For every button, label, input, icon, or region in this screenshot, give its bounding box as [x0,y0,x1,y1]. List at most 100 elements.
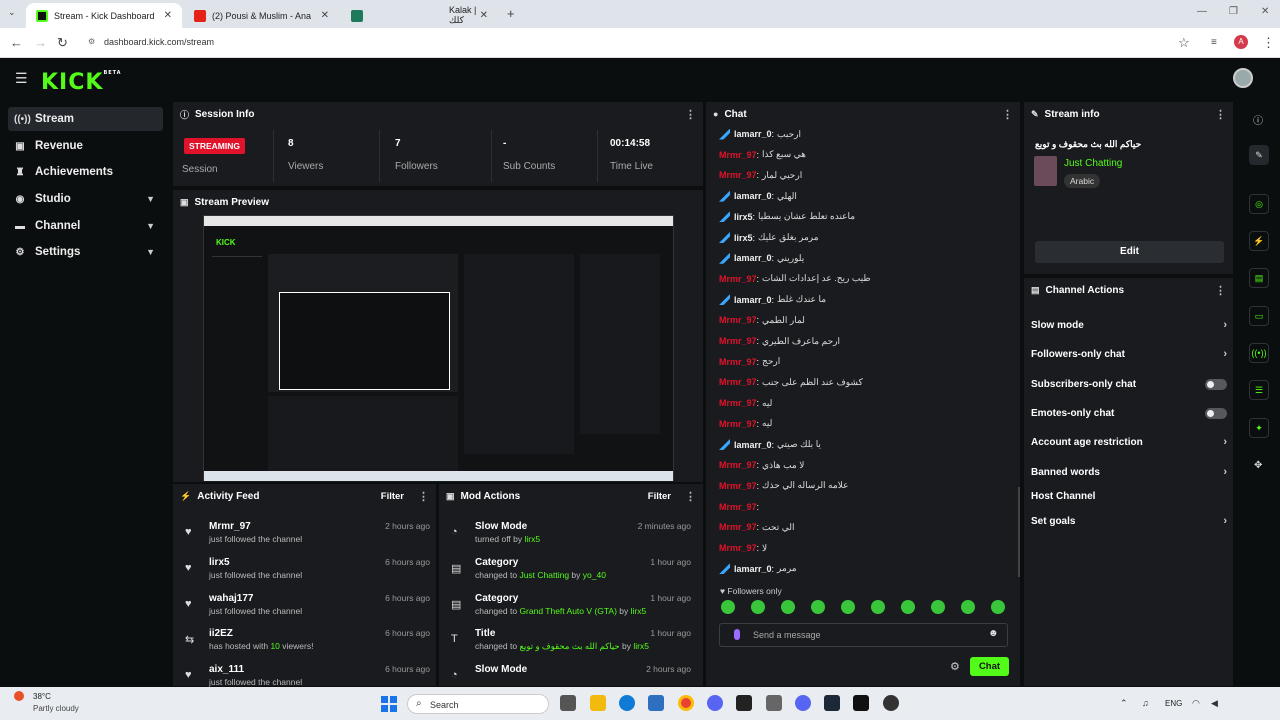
chat-username[interactable]: lamarr_0 [734,253,772,263]
chat-username[interactable]: Mrmr_97 [719,170,757,180]
browser-tab-kalak[interactable]: Kalak | كلك ✕ [341,3,498,28]
emoji-icon[interactable]: ☻ [988,628,999,639]
sidebar-item-revenue[interactable]: ▣ Revenue [8,134,163,158]
list-icon[interactable]: ☰ [1249,380,1269,400]
chat-username[interactable]: Mrmr_97 [719,398,757,408]
chat-username[interactable]: Mrmr_97 [719,315,757,325]
reading-list-icon[interactable]: ≡ [1211,37,1217,48]
banned-words-action[interactable]: Banned words › [1031,463,1227,481]
app-alt-icon[interactable] [883,695,899,711]
browser-tab-youtube[interactable]: (2) Pousi & Muslim - Ana Bi... ✕ [184,3,339,28]
microphone-icon[interactable] [734,629,740,640]
chat-username[interactable]: Mrmr_97 [719,336,757,346]
chat-username[interactable]: lamarr_0 [734,191,772,201]
emote-icon[interactable] [961,600,975,614]
minimize-icon[interactable]: — [1197,6,1207,17]
url-field[interactable]: ⚙ dashboard.kick.com/stream [84,32,1184,54]
chat-username[interactable]: lamarr_0 [734,295,772,305]
account-age-action[interactable]: Account age restriction › [1031,433,1227,451]
close-window-icon[interactable]: ✕ [1261,6,1269,17]
more-options-icon[interactable]: ⋮ [685,108,696,121]
edge-icon[interactable] [619,695,635,711]
discord-alt-icon[interactable] [795,695,811,711]
filter-button[interactable]: Filter [648,491,671,502]
browser-tab-kick-dashboard[interactable]: Stream - Kick Dashboard ✕ [26,3,182,28]
chat-username[interactable]: Mrmr_97 [719,357,757,367]
emote-icon[interactable] [721,600,735,614]
sidebar-item-channel[interactable]: ▬ Channel ▼ [8,214,163,238]
chat-username[interactable]: lamarr_0 [734,440,772,450]
tab-list-chevron-icon[interactable]: ⌄ [8,7,16,18]
activity-user[interactable]: lirx5 [209,557,230,568]
more-options-icon[interactable]: ⋮ [1215,108,1226,121]
followers-only-action[interactable]: Followers-only chat › [1031,345,1227,363]
sidebar-item-studio[interactable]: ◉ Studio ▼ [8,187,163,211]
more-options-icon[interactable]: ⋮ [1002,108,1013,121]
emote-icon[interactable] [751,600,765,614]
edit-stream-info-button[interactable]: Edit [1035,241,1224,263]
activity-user[interactable]: ii2EZ [209,628,233,639]
sidebar-item-achievements[interactable]: ♜ Achievements [8,160,163,184]
slow-mode-action[interactable]: Slow mode › [1031,316,1227,334]
forward-icon[interactable]: → [34,35,47,50]
set-goals-action[interactable]: Set goals › [1031,512,1227,530]
close-tab-icon[interactable]: ✕ [321,10,329,21]
chat-settings-gear-icon[interactable]: ⚙ [950,660,960,673]
bookmark-star-icon[interactable]: ☆ [1178,35,1190,51]
sidebar-item-settings[interactable]: ⚙ Settings ▼ [8,240,163,264]
chat-username[interactable]: Mrmr_97 [719,543,757,553]
language-indicator[interactable]: ENG [1165,699,1182,708]
wifi-icon[interactable]: ◠ [1192,698,1200,709]
new-tab-icon[interactable]: + [507,6,515,21]
windows-start-icon[interactable] [381,696,397,712]
chat-username[interactable]: Mrmr_97 [719,419,757,429]
taskbar-search[interactable]: ⌕ Search [407,694,549,714]
obs-icon[interactable] [736,695,752,711]
chat-username[interactable]: lirx5 [734,212,753,222]
emote-icon[interactable] [931,600,945,614]
filter-button[interactable]: Filter [381,491,404,502]
lightning-icon[interactable]: ⚡ [1249,231,1269,251]
apps-icon[interactable]: ✥ [1254,460,1262,471]
discord-icon[interactable] [707,695,723,711]
app-icon[interactable] [766,695,782,711]
game-icon[interactable] [853,695,869,711]
chat-username[interactable]: Mrmr_97 [719,481,757,491]
emote-icon[interactable] [871,600,885,614]
send-chat-button[interactable]: Chat [970,657,1009,676]
chat-username[interactable]: Mrmr_97 [719,502,757,512]
edit-pencil-icon[interactable]: ✎ [1249,145,1269,165]
subscribers-only-toggle[interactable] [1205,378,1227,390]
camera-icon[interactable]: ◎ [1249,194,1269,214]
more-options-icon[interactable]: ⋮ [418,490,429,503]
broadcast-icon[interactable]: ((•)) [1249,343,1269,363]
close-tab-icon[interactable]: ✕ [164,10,172,21]
chat-input[interactable]: Send a message ☻ [719,623,1008,647]
emote-icon[interactable] [991,600,1005,614]
activity-user[interactable]: wahaj177 [209,593,253,604]
file-explorer-icon[interactable] [590,695,606,711]
chat-username[interactable]: Mrmr_97 [719,377,757,387]
chat-username[interactable]: Mrmr_97 [719,150,757,160]
hamburger-menu-icon[interactable]: ☰ [15,70,28,87]
chat-username[interactable]: lamarr_0 [734,129,772,139]
chat-icon[interactable]: ▭ [1249,306,1269,326]
chrome-icon[interactable] [678,695,694,711]
maximize-icon[interactable]: ❐ [1229,6,1238,17]
emote-icon[interactable] [811,600,825,614]
clipboard-icon[interactable]: ▤ [1249,268,1269,288]
emote-icon[interactable] [841,600,855,614]
site-info-icon[interactable]: ⚙ [88,37,95,46]
kick-logo[interactable]: KICKBETA [41,70,122,95]
close-tab-icon[interactable]: ✕ [480,10,488,21]
tray-chevron-icon[interactable]: ⌃ [1120,698,1128,709]
stream-preview-video[interactable]: KICK [203,215,674,481]
microphone-tray-icon[interactable]: ♫ [1142,698,1149,708]
sidebar-item-stream[interactable]: ((•)) Stream [8,107,163,131]
chat-username[interactable]: lamarr_0 [734,564,772,574]
user-avatar[interactable] [1233,68,1253,88]
more-options-icon[interactable]: ⋮ [1215,284,1226,297]
back-icon[interactable]: ← [10,35,23,50]
wrench-icon[interactable]: ✦ [1249,418,1269,438]
chat-username[interactable]: Mrmr_97 [719,522,757,532]
